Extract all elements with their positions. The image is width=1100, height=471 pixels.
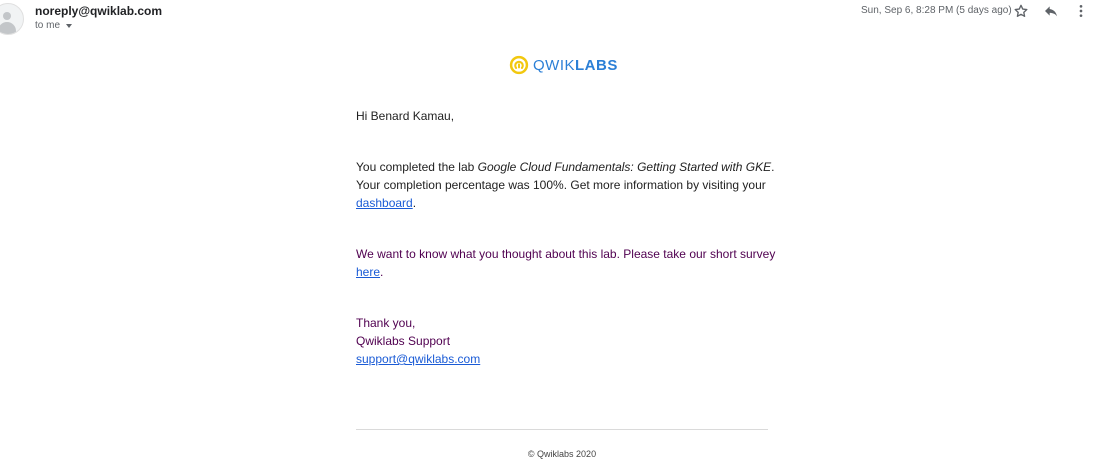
email-header: noreply@qwiklab.com to me Sun, Sep 6, 8:… — [0, 0, 1100, 40]
support-email-link[interactable]: support@qwiklabs.com — [356, 352, 480, 366]
chevron-down-icon[interactable] — [66, 24, 73, 28]
more-options-button[interactable] — [1070, 1, 1092, 21]
star-icon — [1014, 4, 1028, 17]
email-body: Hi Benard Kamau, You completed the lab G… — [356, 107, 776, 368]
email-datetime: Sun, Sep 6, 8:28 PM (5 days ago) — [861, 5, 1012, 16]
more-vert-icon — [1079, 5, 1083, 17]
person-icon — [3, 12, 11, 20]
reply-button[interactable] — [1040, 1, 1062, 21]
completion-paragraph: You completed the lab Google Cloud Funda… — [356, 160, 775, 210]
footer-copyright: © Qwiklabs 2020 — [527, 449, 597, 459]
survey-link[interactable]: here — [356, 265, 380, 279]
reply-icon — [1045, 6, 1057, 17]
greeting: Hi Benard Kamau, — [356, 109, 455, 123]
signoff-team: Qwiklabs Support — [356, 334, 451, 348]
qwiklabs-mark-icon — [509, 55, 529, 75]
survey-paragraph: We want to know what you thought about t… — [356, 247, 776, 279]
star-button[interactable] — [1010, 1, 1032, 21]
signoff-thanks: Thank you, — [356, 316, 416, 330]
lab-title: Google Cloud Fundamentals: Getting Start… — [477, 160, 772, 174]
footer-divider — [356, 429, 768, 430]
sender-avatar[interactable] — [0, 3, 24, 35]
recipient-label: to me — [35, 20, 61, 31]
qwiklabs-logo: QWIKLABS — [509, 55, 618, 75]
sender-address[interactable]: noreply@qwiklab.com — [35, 4, 162, 18]
logo-wordmark: QWIKLABS — [533, 56, 618, 74]
recipient-details[interactable]: to me — [35, 20, 73, 31]
dashboard-link[interactable]: dashboard — [356, 196, 413, 210]
signoff: Thank you, Qwiklabs Support support@qwik… — [356, 314, 776, 368]
